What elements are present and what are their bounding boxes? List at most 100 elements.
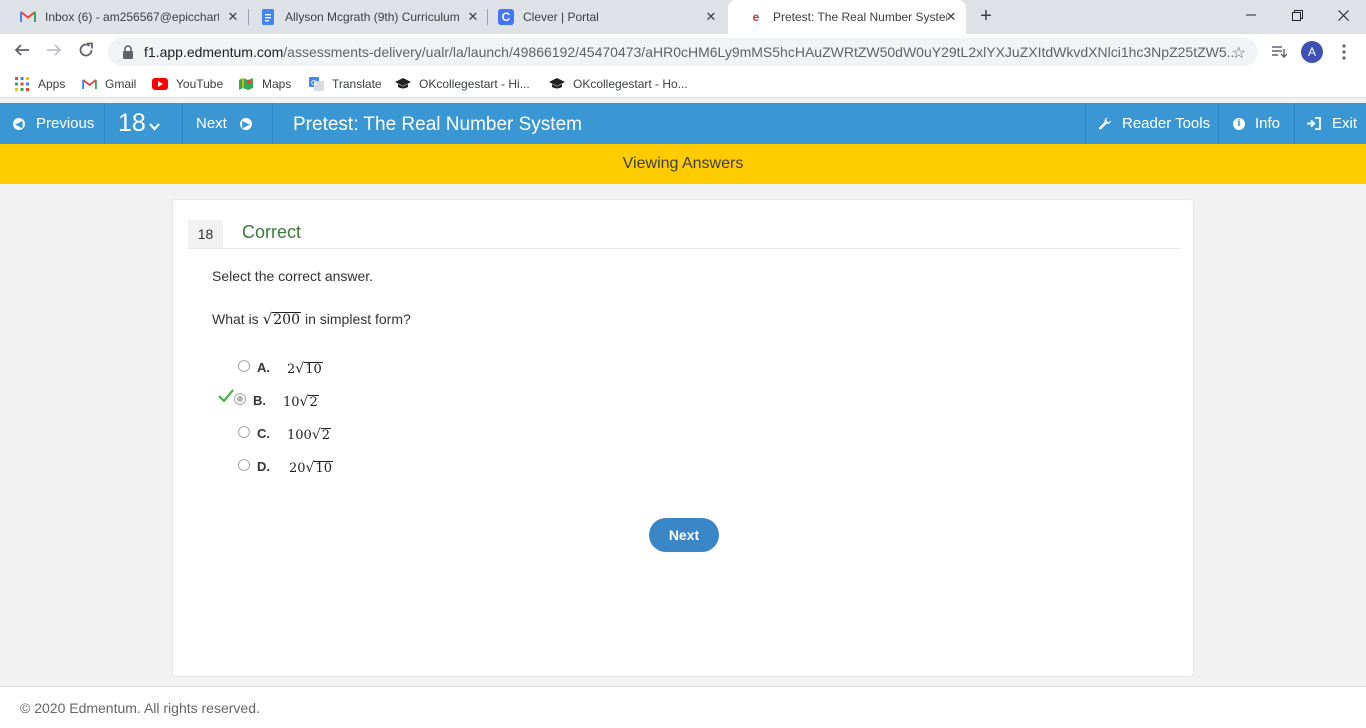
tab-close-icon[interactable]: ✕ <box>944 10 958 24</box>
bookmark-maps[interactable]: Maps <box>238 76 291 92</box>
next-label: Next <box>196 115 227 132</box>
exit-button[interactable]: Exit <box>1294 103 1366 144</box>
bookmark-label: OKcollegestart - Ho... <box>573 77 688 91</box>
option-value: 2 √ 10 <box>287 361 323 377</box>
previous-button[interactable]: ◀ Previous <box>0 103 105 144</box>
bookmark-apps[interactable]: Apps <box>14 76 65 92</box>
bookmark-translate[interactable]: G Translate <box>308 76 382 92</box>
restore-icon[interactable] <box>1274 0 1320 30</box>
answer-status: Correct <box>242 222 302 242</box>
tab-close-icon[interactable]: ✕ <box>704 10 718 24</box>
graduation-cap-icon <box>395 76 411 92</box>
option-radio[interactable] <box>238 360 250 372</box>
edmentum-icon: e <box>752 10 760 24</box>
question-prompt: What is √ 200 in simplest form? <box>212 310 411 328</box>
next-question-button[interactable]: Next <box>649 518 719 552</box>
profile-avatar[interactable]: A <box>1301 41 1323 63</box>
correct-check-icon <box>218 389 234 403</box>
assessment-header: ◀ Previous 18 Next ▶ Pretest: The Real N… <box>0 103 1366 144</box>
arrow-right-circle-icon: ▶ <box>239 117 252 130</box>
option-letter: D. <box>257 459 270 474</box>
option-coefficient: 2 <box>287 362 296 377</box>
forward-icon[interactable] <box>44 42 64 62</box>
bookmarks-bar: Apps Gmail YouTube Maps G Translate OKco… <box>0 70 1366 98</box>
chevron-down-icon <box>148 123 160 131</box>
back-icon[interactable] <box>12 42 32 62</box>
arrow-left-circle-icon: ◀ <box>13 117 25 130</box>
graduation-cap-icon <box>549 76 565 92</box>
lock-icon <box>123 45 133 59</box>
reload-icon[interactable] <box>76 42 96 62</box>
banner-text: Viewing Answers <box>622 155 744 172</box>
tab-pretest[interactable]: e Pretest: The Real Number System ✕ <box>728 0 966 34</box>
tab-gmail[interactable]: Inbox (6) - am256567@epiccharte ✕ <box>0 0 248 34</box>
question-number: 18 <box>118 109 146 137</box>
previous-label: Previous <box>36 115 95 132</box>
tab-title: Inbox (6) - am256567@epiccharte <box>45 10 219 24</box>
gmail-icon <box>20 9 36 25</box>
reader-tools-button[interactable]: Reader Tools <box>1085 103 1218 144</box>
option-radicand: 10 <box>304 362 323 377</box>
bookmark-okcollegestart-hi[interactable]: OKcollegestart - Hi... <box>395 76 530 92</box>
close-window-icon[interactable] <box>1320 0 1366 30</box>
option-radio[interactable] <box>238 426 250 438</box>
prompt-text-before: What is <box>212 311 259 327</box>
option-letter: A. <box>257 360 270 375</box>
bookmark-label: OKcollegestart - Hi... <box>419 77 530 91</box>
sign-out-icon <box>1307 117 1321 130</box>
reading-list-icon[interactable] <box>1269 42 1289 62</box>
url-path: /assessments-delivery/ualr/la/launch/498… <box>283 44 1234 60</box>
tab-close-icon[interactable]: ✕ <box>226 10 240 24</box>
page-title: Pretest: The Real Number System <box>293 114 582 135</box>
option-coefficient: 100 <box>287 428 312 443</box>
info-icon: i <box>1233 117 1245 130</box>
translate-icon: G <box>308 76 324 92</box>
bookmark-youtube[interactable]: YouTube <box>152 76 223 92</box>
option-value: 20 √ 10 <box>289 460 334 476</box>
minimize-icon[interactable] <box>1228 0 1274 30</box>
clever-icon: C <box>498 9 514 25</box>
option-coefficient: 10 <box>283 395 300 410</box>
question-card: 18 Correct Select the correct answer. Wh… <box>172 199 1194 677</box>
next-header-button[interactable]: Next ▶ <box>183 103 273 144</box>
url-text: f1.app.edmentum.com/assessments-delivery… <box>144 44 1234 60</box>
youtube-icon <box>152 76 168 92</box>
tab-docs[interactable]: Allyson Mcgrath (9th) Curriculum ✕ <box>240 0 488 34</box>
tab-title: Allyson Mcgrath (9th) Curriculum <box>285 10 459 24</box>
copyright-text: © 2020 Edmentum. All rights reserved. <box>20 700 260 716</box>
prompt-radical: √ 200 <box>262 310 301 328</box>
option-letter: B. <box>253 393 266 408</box>
viewing-answers-banner: Viewing Answers <box>0 144 1366 184</box>
bookmark-gmail[interactable]: Gmail <box>81 76 136 92</box>
card-divider <box>188 248 1180 249</box>
prompt-radicand: 200 <box>272 312 301 328</box>
info-button[interactable]: i Info <box>1218 103 1294 144</box>
tab-clever[interactable]: C Clever | Portal ✕ <box>478 0 726 34</box>
option-letter: C. <box>257 426 270 441</box>
option-value: 100 √ 2 <box>287 427 332 443</box>
browser-toolbar: f1.app.edmentum.com/assessments-delivery… <box>0 34 1366 70</box>
option-value: 10 √ 2 <box>283 394 319 410</box>
info-label: Info <box>1255 115 1281 132</box>
bookmark-okcollegestart-ho[interactable]: OKcollegestart - Ho... <box>549 76 688 92</box>
tab-title: Clever | Portal <box>523 10 599 24</box>
bookmark-label: Maps <box>262 77 292 91</box>
option-radio-selected[interactable] <box>234 393 246 405</box>
menu-kebab-icon[interactable] <box>1334 42 1354 62</box>
option-coefficient: 20 <box>289 461 306 476</box>
option-radicand: 2 <box>308 395 319 410</box>
footer: © 2020 Edmentum. All rights reserved. <box>0 687 1366 728</box>
new-tab-icon[interactable]: + <box>976 6 996 27</box>
tab-title: Pretest: The Real Number System <box>773 10 947 24</box>
docs-icon <box>260 9 276 25</box>
option-radio[interactable] <box>238 459 250 471</box>
bookmark-label: YouTube <box>176 77 224 91</box>
option-radicand: 2 <box>320 428 332 443</box>
reader-tools-label: Reader Tools <box>1122 115 1211 132</box>
maps-icon <box>238 76 254 92</box>
svg-text:G: G <box>311 79 316 87</box>
question-number-dropdown[interactable]: 18 <box>105 103 183 144</box>
bookmark-star-icon[interactable]: ☆ <box>1232 43 1246 63</box>
address-bar[interactable]: f1.app.edmentum.com/assessments-delivery… <box>108 38 1258 66</box>
option-radicand: 10 <box>314 461 334 476</box>
